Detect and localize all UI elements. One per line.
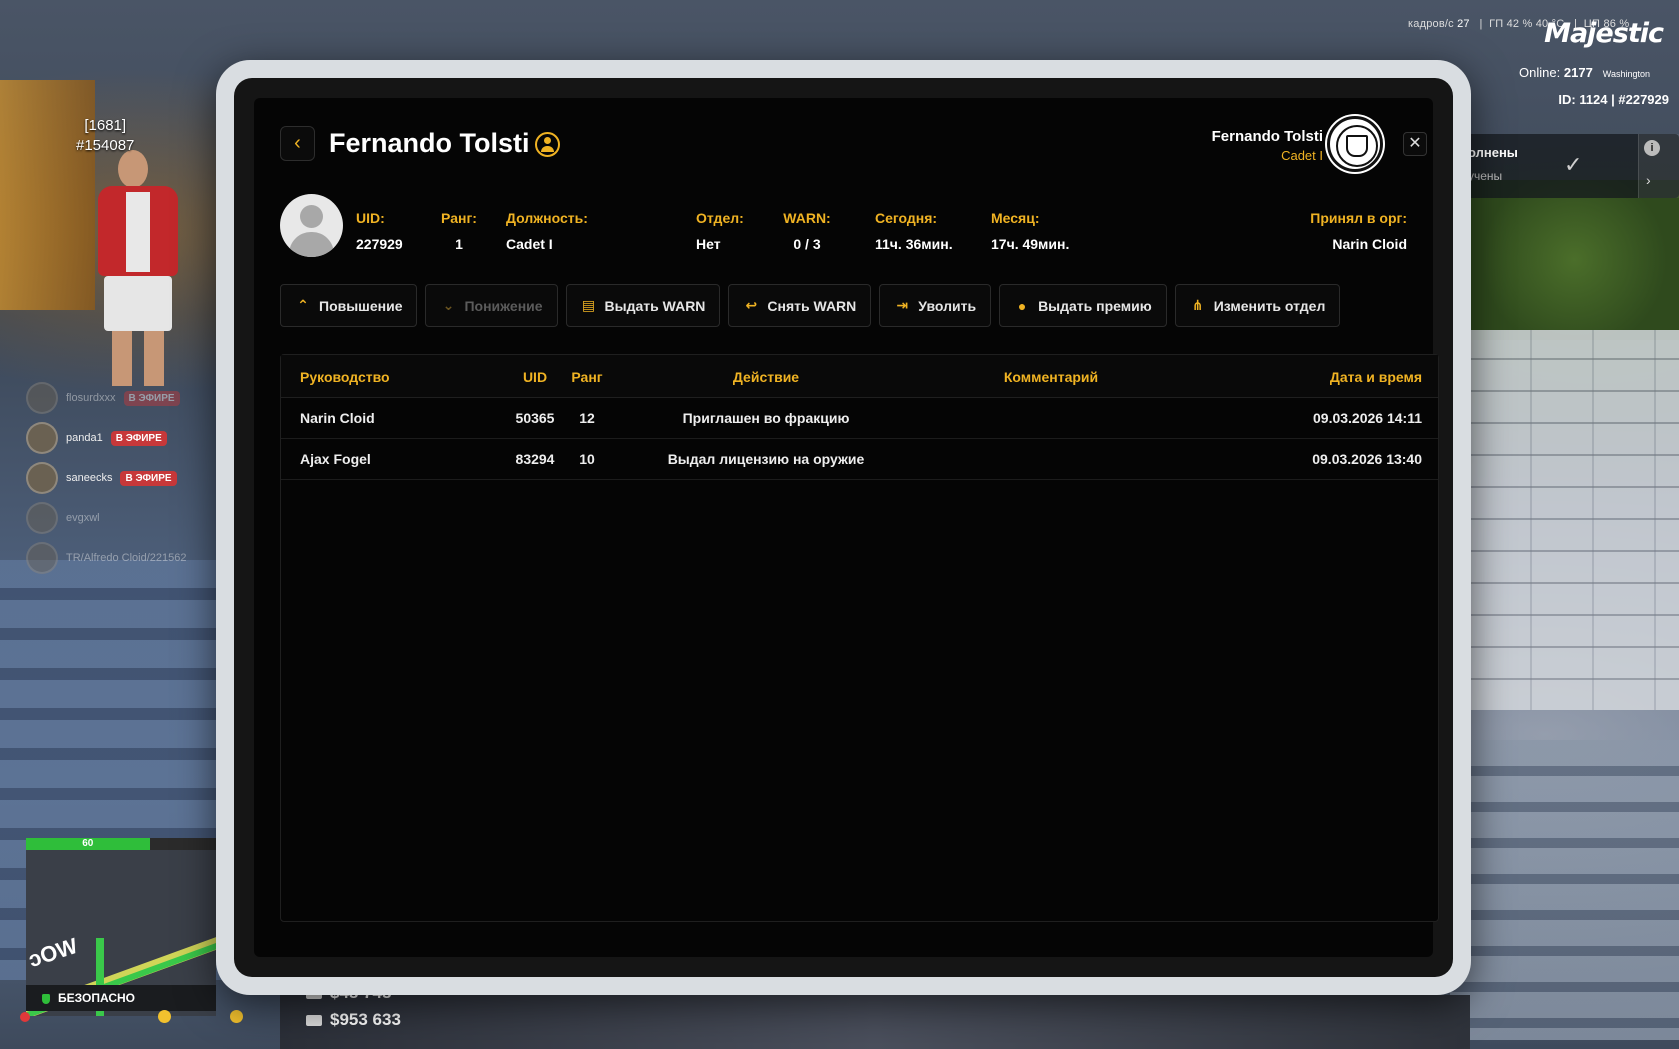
avatar	[26, 382, 58, 414]
quest-panel[interactable]: олнены учены ✓ i ›	[1452, 134, 1679, 198]
header-user-name: Fernando Tolsti	[1211, 128, 1323, 145]
column-comment: Комментарий	[1003, 369, 1099, 385]
info-icon[interactable]: i	[1644, 140, 1660, 156]
stat-rank: Ранг: 1	[441, 210, 477, 252]
close-icon: ✕	[1408, 135, 1422, 152]
status-dots	[20, 1010, 260, 1024]
online-counter: Online: 2177 Washington	[1519, 65, 1650, 80]
table-row[interactable]: Narin Cloid 50365 12 Приглашен во фракци…	[281, 398, 1438, 439]
give-warn-button[interactable]: ▤ Выдать WARN	[565, 284, 721, 327]
voice-user-name: TR/Alfredo Cloid/221562	[66, 552, 187, 564]
header-user-rank: Cadet I	[1281, 148, 1323, 163]
voice-list-item: panda1 В ЭФИРЕ	[26, 418, 226, 458]
live-badge: В ЭФИРЕ	[120, 470, 177, 486]
remove-warn-button[interactable]: ↩ Снять WARN	[728, 284, 872, 327]
player-id: ID: 1124 | #227929	[1558, 92, 1669, 107]
change-department-button[interactable]: ⋔ Изменить отдел	[1174, 284, 1341, 327]
avatar	[26, 462, 58, 494]
chevron-right-icon[interactable]: ›	[1646, 172, 1651, 188]
map-street-label: ɔOW	[26, 932, 81, 973]
card-icon	[306, 1015, 322, 1027]
reply-arrow-icon: ↩	[745, 297, 758, 313]
background-stairs-right	[1450, 740, 1679, 1040]
tablet-screen: ‹ Fernando Tolsti Fernando Tolsti Cadet …	[234, 78, 1453, 977]
stat-uid: UID: 227929	[356, 210, 403, 252]
page-title: Fernando Tolsti	[329, 128, 530, 158]
table-header: Руководство UID Ранг Действие Комментари…	[281, 355, 1438, 398]
chevron-down-icon: ⌄	[442, 297, 455, 313]
stat-hired-by: Принял в орг: Narin Cloid	[1310, 210, 1407, 252]
give-bonus-button[interactable]: ● Выдать премию	[999, 284, 1167, 327]
majestic-logo: Majestic	[1544, 18, 1664, 49]
voice-user-name: evgxwl	[66, 512, 100, 524]
checkmark-icon: ✓	[1564, 152, 1583, 177]
hierarchy-icon: ⋔	[1191, 297, 1204, 313]
background-hedge	[1470, 180, 1679, 340]
action-toolbar: ⌃ Повышение ⌄ Понижение ▤ Выдать WARN ↩ Снят…	[280, 284, 1341, 327]
back-button[interactable]: ‹	[280, 126, 315, 161]
stat-warn: WARN: 0 / 3	[783, 210, 831, 252]
coin-icon: ●	[1017, 297, 1027, 314]
column-datetime: Дата и время	[1329, 369, 1422, 385]
stat-today: Сегодня: 11ч. 36мин.	[875, 210, 953, 252]
health-bar: 60	[26, 838, 150, 850]
stat-month: Месяц: 17ч. 49мин.	[991, 210, 1070, 252]
table-row[interactable]: Ajax Fogel 83294 10 Выдал лицензию на ор…	[281, 439, 1438, 480]
stat-department: Отдел: Нет	[696, 210, 744, 252]
fire-button[interactable]: ⇥ Уволить	[879, 284, 992, 327]
column-action: Действие	[732, 369, 800, 385]
user-icon	[535, 132, 560, 157]
door-exit-icon: ⇥	[896, 297, 909, 313]
safe-zone-indicator: БЕЗОПАСНО	[26, 985, 216, 1011]
department-seal-icon	[1327, 116, 1383, 172]
member-profile-panel: ‹ Fernando Tolsti Fernando Tolsti Cadet …	[254, 98, 1439, 957]
avatar	[280, 194, 343, 257]
column-rank: Ранг	[571, 369, 603, 385]
close-button[interactable]: ✕	[1403, 132, 1427, 156]
background-brick-wall	[1470, 330, 1679, 710]
background-ground	[280, 995, 1470, 1049]
player-nametag: [1681] #154087	[76, 117, 135, 154]
avatar	[26, 502, 58, 534]
voice-list-item: evgxwl	[26, 498, 226, 538]
live-badge: В ЭФИРЕ	[123, 390, 180, 406]
voice-list-item: flosurdxxx В ЭФИРЕ	[26, 378, 226, 418]
promote-button[interactable]: ⌃ Повышение	[280, 284, 418, 327]
chevron-up-icon: ⌃	[297, 297, 309, 313]
bank-amount: $953 633	[306, 1010, 401, 1030]
tablet-frame: ‹ Fernando Tolsti Fernando Tolsti Cadet …	[216, 60, 1471, 995]
avatar	[26, 542, 58, 574]
demote-button[interactable]: ⌄ Понижение	[425, 284, 558, 327]
avatar	[26, 422, 58, 454]
history-table: Руководство UID Ранг Действие Комментари…	[280, 354, 1439, 922]
quest-subtitle: учены	[1468, 169, 1503, 183]
chevron-left-icon: ‹	[294, 132, 301, 154]
stat-position: Должность: Cadet I	[506, 210, 588, 252]
quest-title: олнены	[1468, 145, 1518, 160]
player-character	[88, 150, 188, 400]
warning-document-icon: ▤	[581, 297, 596, 313]
voice-user-name: flosurdxxx	[66, 392, 116, 404]
live-badge: В ЭФИРЕ	[110, 430, 167, 446]
voice-list-item: saneecks В ЭФИРЕ	[26, 458, 226, 498]
background-building-door	[0, 80, 95, 310]
voice-list-item: TR/Alfredo Cloid/221562	[26, 538, 226, 578]
voice-user-name: saneecks	[66, 472, 113, 484]
voice-user-name: panda1	[66, 432, 103, 444]
column-leader: Руководство	[300, 369, 390, 385]
voice-chat-list: flosurdxxx В ЭФИРЕ panda1 В ЭФИРЕ saneecks В …	[26, 378, 226, 578]
